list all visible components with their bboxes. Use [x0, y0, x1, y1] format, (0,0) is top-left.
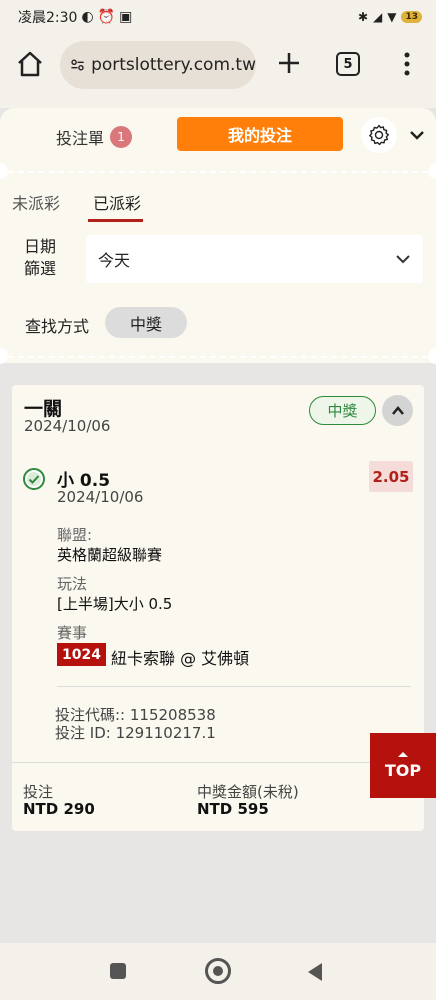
bet-card: 一關 2024/10/06 中獎 小 0.5 2024/10/06 2.05 聯… [12, 385, 424, 831]
home-icon[interactable] [14, 48, 46, 80]
active-tab-indicator [88, 219, 143, 222]
battery-indicator: 13 [401, 11, 422, 23]
arrow-up-icon [398, 751, 408, 757]
date-filter-select[interactable]: 今天 [86, 235, 423, 283]
date-filter-label: 日期 篩選 [24, 237, 57, 278]
card-collapse-button[interactable] [382, 395, 413, 426]
search-method-chip[interactable]: 中獎 [105, 307, 187, 338]
bet-panel-header: 投注單 1 我的投注 [0, 108, 436, 164]
bet-id: 投注 ID: 129110217.1 [55, 724, 216, 742]
browser-toolbar: portslottery.com.tw 5 [0, 34, 436, 98]
tab-unsettled[interactable]: 未派彩 [12, 190, 60, 214]
match-name: 紐卡索聯 @ 艾佛頓 [111, 649, 250, 668]
settlement-tabs: 未派彩 已派彩 [0, 190, 436, 222]
divider [8, 171, 428, 173]
match-id-badge: 1024 [57, 643, 106, 666]
check-circle-icon [23, 468, 45, 490]
address-bar[interactable]: portslottery.com.tw [60, 41, 256, 89]
divider [8, 356, 428, 358]
bluetooth-icon: ✱ [357, 10, 368, 24]
moon-icon: ◐ [81, 9, 94, 25]
divider [12, 762, 424, 763]
date-filter-value: 今天 [98, 251, 131, 270]
search-method-label: 查找方式 [25, 317, 90, 336]
signal-icon: ◢ [373, 10, 383, 24]
back-icon[interactable] [308, 963, 322, 981]
new-tab-icon[interactable] [274, 48, 304, 78]
tab-switcher-button[interactable]: 5 [336, 52, 360, 76]
home-nav-icon[interactable] [205, 958, 231, 984]
stake-value: NTD 290 [23, 800, 95, 818]
event-label: 賽事 [57, 624, 88, 642]
top-button-label: TOP [384, 760, 422, 780]
stake-label: 投注 [23, 783, 54, 801]
payout-value: NTD 595 [197, 800, 269, 818]
tab-betslip[interactable]: 投注單 1 [56, 125, 133, 149]
league-value: 英格蘭超級聯賽 [57, 546, 163, 564]
league-label: 聯盟: [57, 526, 93, 544]
payout-label: 中獎金額(未稅) [197, 783, 299, 801]
wifi-icon: ▼ [387, 10, 397, 24]
chevron-down-icon[interactable] [408, 126, 426, 144]
system-nav-bar [0, 943, 436, 1000]
divider [57, 686, 411, 687]
url-text: portslottery.com.tw [91, 55, 256, 75]
screenshot-icon: ▣ [119, 9, 133, 25]
recents-icon[interactable] [110, 963, 126, 979]
bet-date: 2024/10/06 [24, 417, 111, 435]
betslip-count-badge: 1 [110, 126, 133, 148]
chevron-down-icon [396, 255, 410, 264]
scroll-to-top-button[interactable]: TOP [370, 733, 436, 798]
alarm-icon: ⏰ [97, 9, 116, 25]
more-menu-icon[interactable] [398, 50, 416, 78]
odds-badge: 2.05 [369, 461, 413, 492]
chevron-up-icon [391, 405, 404, 415]
market-value: [上半場]大小 0.5 [57, 595, 173, 613]
status-badge: 中獎 [309, 396, 376, 425]
tab-my-bets[interactable]: 我的投注 [177, 117, 343, 151]
selection-date: 2024/10/06 [57, 488, 144, 506]
status-bar: 凌晨2:30 ◐ ⏰ ▣ ✱ ◢ ▼ 13 [0, 0, 436, 34]
betslip-label: 投注單 [56, 129, 105, 148]
status-time: 凌晨2:30 [18, 10, 78, 26]
tab-settled[interactable]: 已派彩 [93, 190, 141, 214]
settings-button[interactable] [361, 117, 397, 153]
market-label: 玩法 [57, 575, 88, 593]
gear-icon [369, 124, 389, 146]
site-settings-icon[interactable] [70, 54, 85, 76]
